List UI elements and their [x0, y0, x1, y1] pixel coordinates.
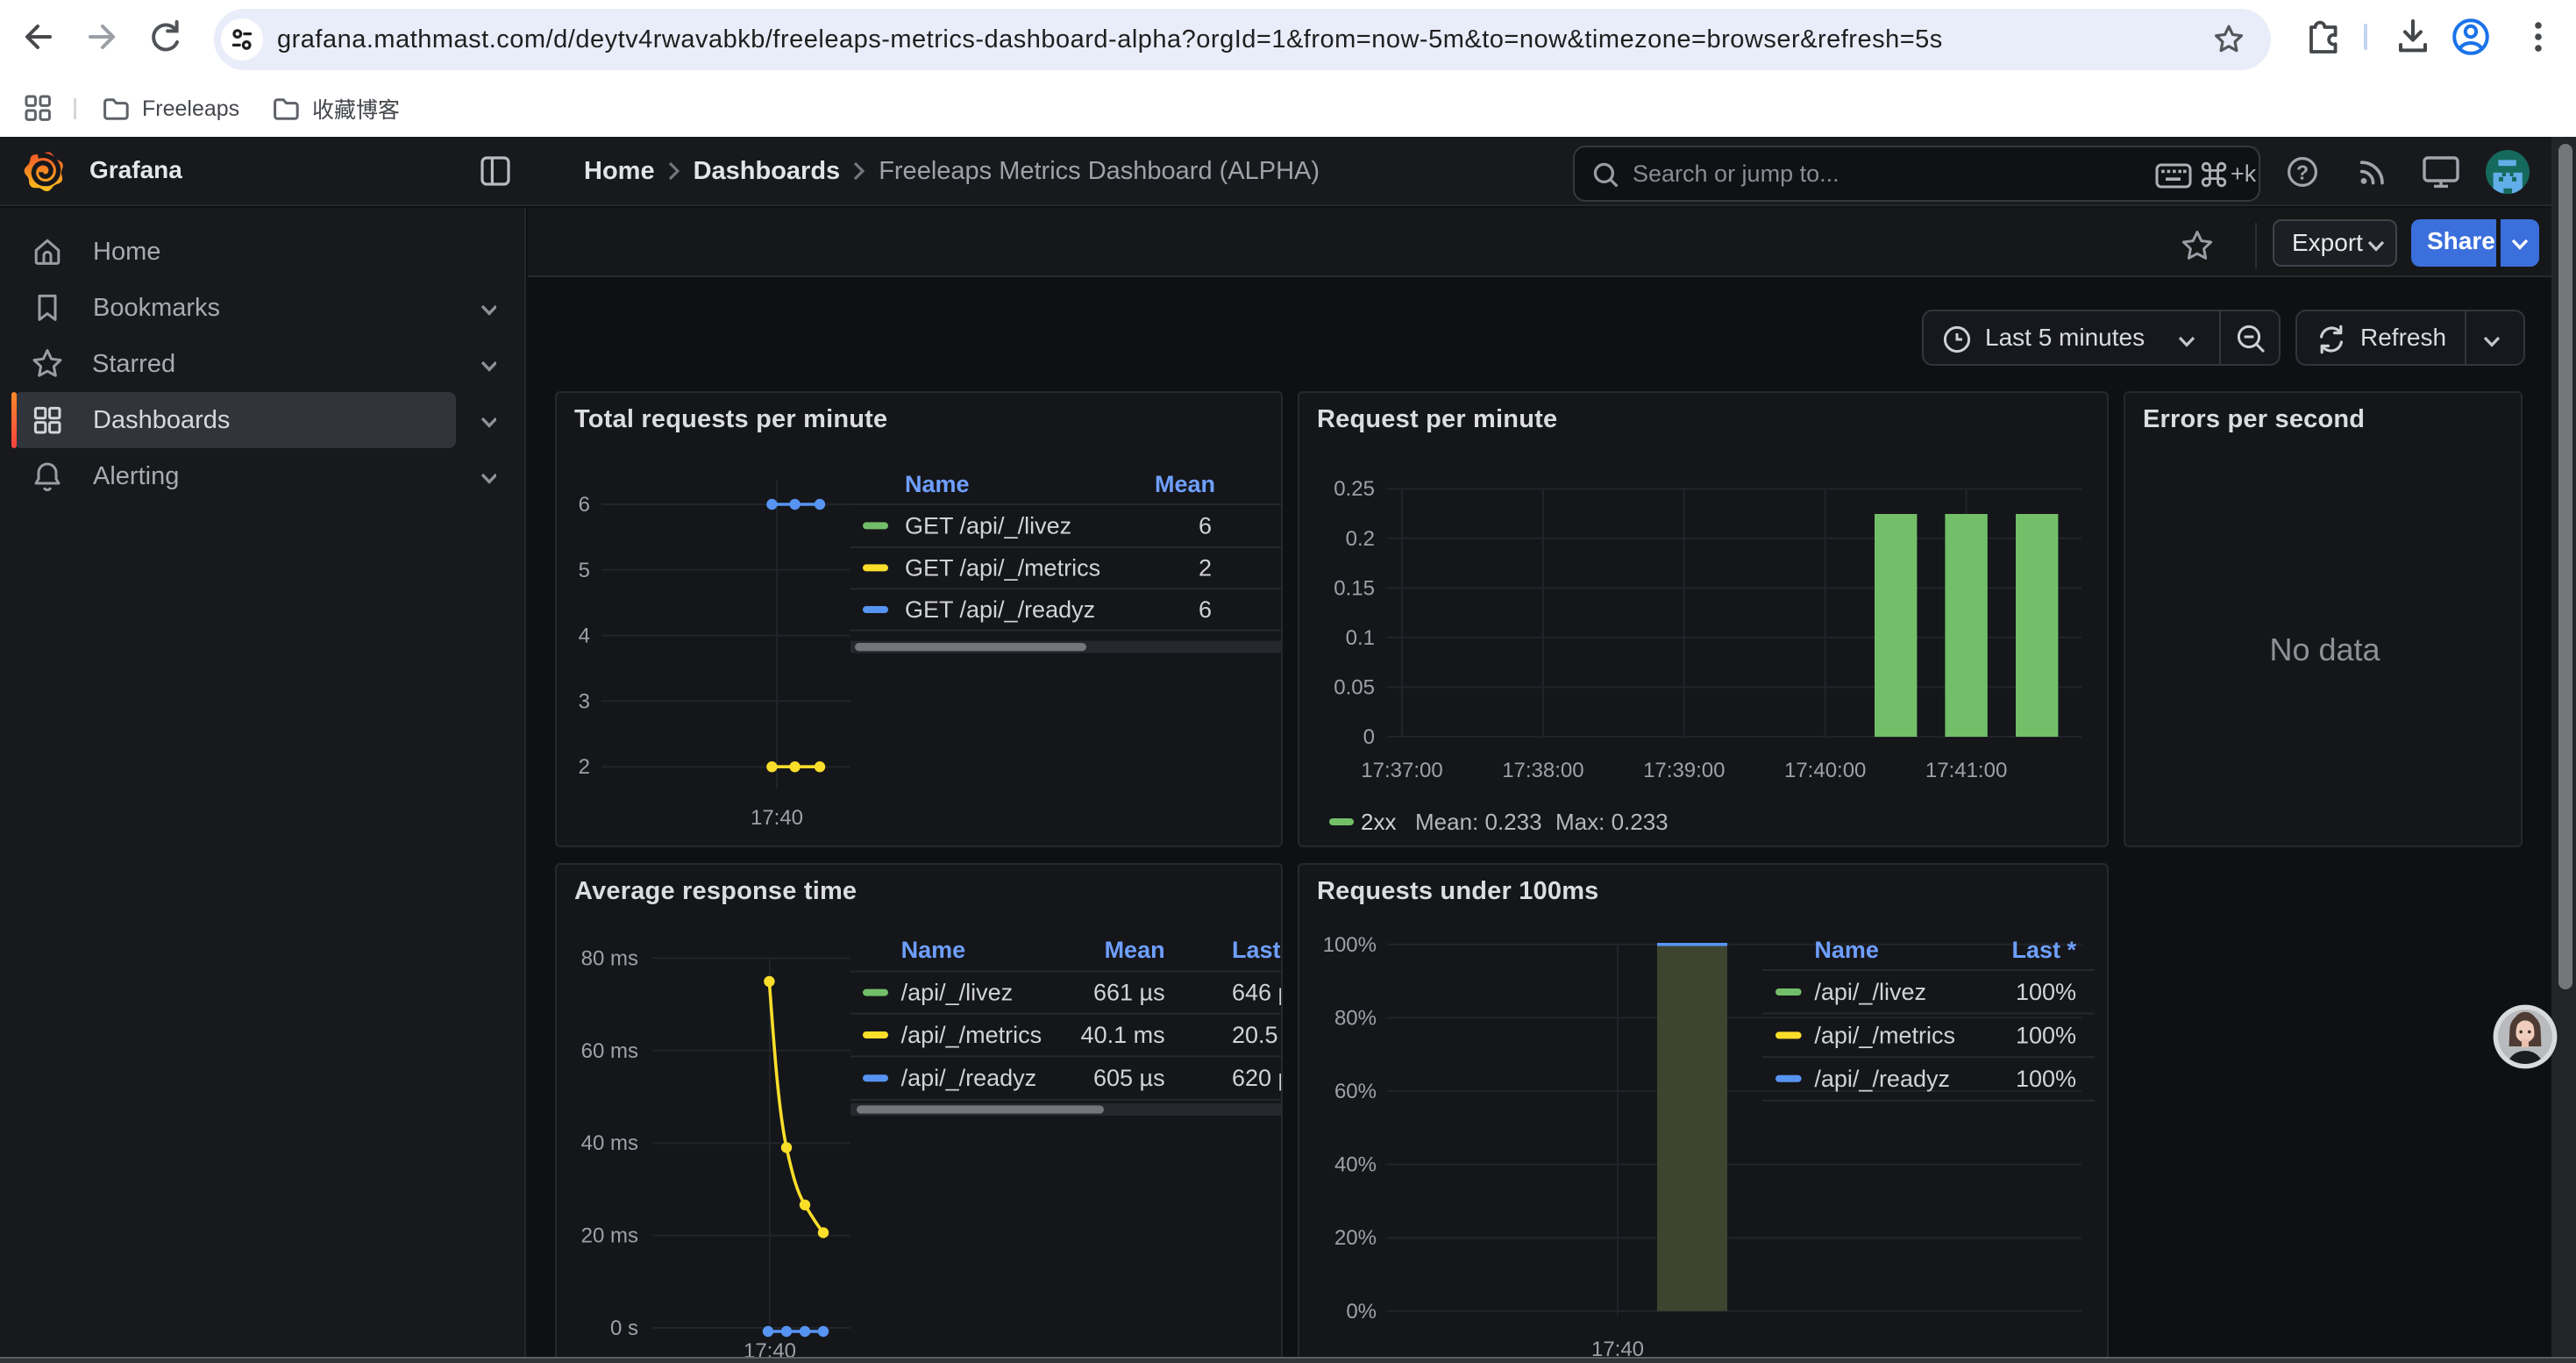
svg-text:100%: 100%	[2016, 1066, 2076, 1092]
svg-text:Mean: Mean	[1155, 471, 1215, 497]
svg-text:100%: 100%	[2016, 1022, 2076, 1048]
svg-text:2xx: 2xx	[1361, 809, 1396, 835]
svg-text:GET /api/_/readyz: GET /api/_/readyz	[905, 596, 1095, 623]
svg-text:GET /api/_/livez: GET /api/_/livez	[905, 512, 1071, 539]
svg-text:17:41:00: 17:41:00	[1925, 759, 2007, 782]
svg-text:17:39:00: 17:39:00	[1643, 759, 1725, 782]
svg-text:60 ms: 60 ms	[581, 1039, 638, 1063]
svg-text:Name: Name	[905, 471, 970, 497]
svg-text:/api/_/livez: /api/_/livez	[901, 980, 1014, 1006]
svg-text:6: 6	[1199, 596, 1212, 623]
svg-text:2: 2	[579, 755, 590, 779]
svg-text:0: 0	[1363, 725, 1375, 749]
svg-text:3: 3	[579, 689, 590, 713]
svg-text:0.2: 0.2	[1346, 527, 1375, 551]
svg-text:17:38:00: 17:38:00	[1502, 759, 1583, 782]
svg-text:17:37:00: 17:37:00	[1361, 759, 1442, 782]
svg-text:40.1 ms: 40.1 ms	[1081, 1022, 1165, 1048]
svg-text:40 ms: 40 ms	[581, 1131, 638, 1155]
svg-text:?: ?	[2296, 161, 2309, 183]
svg-text:17:40:00: 17:40:00	[1784, 759, 1866, 782]
svg-text:Last *: Last *	[1232, 937, 1281, 963]
svg-text:4: 4	[579, 624, 590, 648]
svg-text:80%: 80%	[1334, 1006, 1377, 1030]
svg-text:2: 2	[1199, 554, 1212, 581]
svg-text:620 µs: 620 µs	[1232, 1065, 1281, 1091]
svg-text:Name: Name	[901, 937, 966, 963]
svg-text:0%: 0%	[1346, 1300, 1377, 1324]
svg-text:/api/_/livez: /api/_/livez	[1814, 979, 1926, 1005]
svg-text:6: 6	[1199, 512, 1212, 539]
svg-text:17:40: 17:40	[751, 806, 803, 830]
svg-text:0.15: 0.15	[1334, 576, 1375, 600]
svg-text:/api/_/readyz: /api/_/readyz	[1814, 1066, 1950, 1092]
svg-text:0.1: 0.1	[1346, 626, 1375, 650]
svg-text:5: 5	[579, 559, 590, 582]
svg-text:0 s: 0 s	[610, 1317, 638, 1340]
svg-text:20 ms: 20 ms	[581, 1224, 638, 1248]
svg-text:60%: 60%	[1334, 1080, 1377, 1103]
svg-text:Mean: Mean	[1105, 937, 1165, 963]
svg-text:Max: 0.233: Max: 0.233	[1555, 809, 1669, 835]
svg-text:6: 6	[579, 493, 590, 517]
svg-text:20%: 20%	[1334, 1226, 1377, 1250]
svg-text:100%: 100%	[2016, 979, 2076, 1005]
svg-text:605 µs: 605 µs	[1093, 1065, 1165, 1091]
svg-text:20.5 ms: 20.5 ms	[1232, 1022, 1281, 1048]
svg-text:40%: 40%	[1334, 1153, 1377, 1177]
svg-text:661 µs: 661 µs	[1093, 980, 1165, 1006]
svg-text:Name: Name	[1814, 937, 1879, 963]
svg-text:646 µs: 646 µs	[1232, 980, 1281, 1006]
svg-text:Last *: Last *	[2011, 937, 2076, 963]
svg-text:0.25: 0.25	[1334, 477, 1375, 501]
svg-text:0.05: 0.05	[1334, 675, 1375, 699]
svg-text:80 ms: 80 ms	[581, 946, 638, 970]
svg-text:/api/_/metrics: /api/_/metrics	[901, 1022, 1042, 1048]
svg-text:/api/_/metrics: /api/_/metrics	[1814, 1022, 1955, 1048]
svg-text:GET /api/_/metrics: GET /api/_/metrics	[905, 554, 1100, 581]
svg-text:Mean: 0.233: Mean: 0.233	[1415, 809, 1542, 835]
svg-text:100%: 100%	[1323, 933, 1377, 957]
svg-text:/api/_/readyz: /api/_/readyz	[901, 1065, 1037, 1091]
